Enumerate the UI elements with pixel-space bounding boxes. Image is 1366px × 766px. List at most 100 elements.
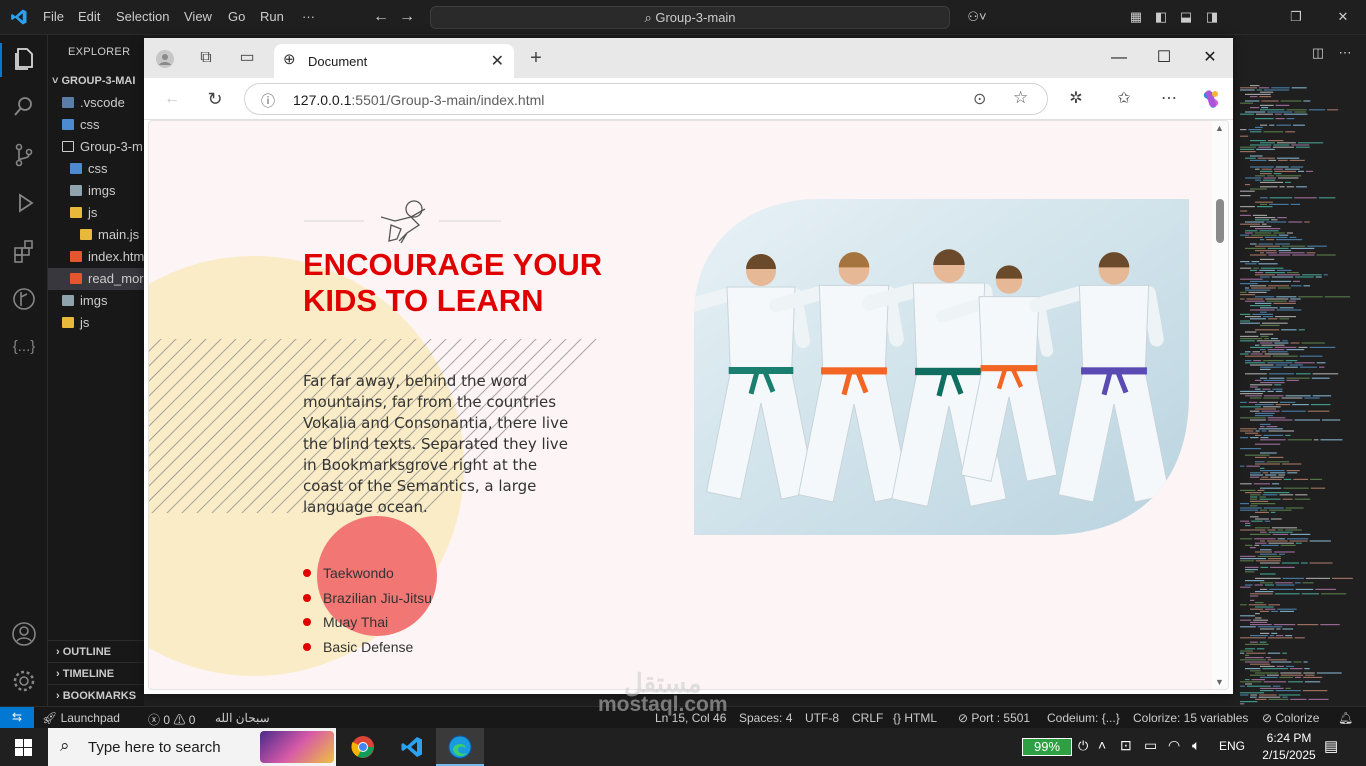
page-scrollbar[interactable]: ▲ ▼ [1212, 121, 1228, 689]
extensions-puzzle-icon[interactable]: ✲ [1066, 89, 1086, 109]
problems-item[interactable]: ⓧ 0 ⚠ 0 [148, 711, 195, 728]
volume-icon[interactable]: 🔈︎ [1192, 737, 1200, 754]
tree-label: index.htm [88, 249, 144, 264]
js-file-icon [80, 229, 92, 240]
taskbar-vscode[interactable] [388, 728, 436, 766]
window-close-icon[interactable]: ✕ [1335, 9, 1351, 25]
back-arrow-icon[interactable]: ← [373, 9, 389, 25]
indentation[interactable]: Spaces: 4 [739, 711, 792, 725]
git-graph-icon[interactable] [10, 285, 38, 313]
copilot-icon[interactable] [1200, 88, 1222, 110]
minimize-icon[interactable]: — [1109, 48, 1129, 68]
layout-customize-icon[interactable]: ▦ [1128, 9, 1144, 25]
extensions-icon[interactable] [10, 237, 38, 265]
windows-start-icon[interactable] [15, 739, 32, 756]
menu-selection[interactable]: Selection [116, 9, 169, 24]
profile-avatar-icon[interactable] [156, 50, 174, 68]
settings-gear-icon[interactable] [10, 667, 38, 695]
line-ending[interactable]: CRLF [852, 711, 883, 725]
tab-close-icon[interactable]: ✕ [491, 51, 504, 71]
new-tab-icon[interactable]: + [526, 48, 546, 68]
html-file-icon [70, 251, 82, 262]
taskbar-chrome[interactable] [340, 728, 388, 766]
split-editor-icon[interactable]: ◫ [1310, 45, 1326, 61]
tree-item-imgs[interactable]: imgs [70, 180, 115, 202]
favorites-icon[interactable]: ✩ [1114, 89, 1134, 109]
run-debug-icon[interactable] [10, 189, 38, 217]
favorite-star-icon[interactable]: ☆ [1013, 88, 1028, 108]
action-center-icon[interactable]: ▤ [1324, 737, 1338, 755]
encoding[interactable]: UTF-8 [805, 711, 839, 725]
menu-edit[interactable]: Edit [78, 9, 100, 24]
tree-item-js-root[interactable]: js [62, 312, 89, 334]
refresh-icon[interactable]: ↻ [205, 89, 225, 109]
colorize-toggle[interactable]: ⊘ Colorize [1262, 711, 1319, 725]
source-control-icon[interactable] [10, 141, 38, 169]
toggle-secondary-sidebar-icon[interactable]: ◨ [1204, 9, 1220, 25]
more-actions-icon[interactable]: ⋯ [1337, 45, 1353, 61]
close-window-icon[interactable]: ✕ [1200, 48, 1220, 68]
back-arrow-icon[interactable]: ← [162, 89, 182, 109]
toggle-panel-icon[interactable]: ⬓ [1178, 9, 1194, 25]
tree-label: main.js [98, 227, 140, 242]
live-server-port[interactable]: ⊘ Port : 5501 [958, 711, 1030, 725]
remote-indicator-icon[interactable]: ⇆ [0, 707, 34, 729]
search-icon[interactable] [10, 93, 38, 121]
section-bookmarks[interactable]: › BOOKMARKS [48, 684, 144, 706]
tree-item-mainjs[interactable]: main.js [80, 224, 139, 246]
menu-view[interactable]: View [184, 9, 212, 24]
site-info-icon[interactable]: ⓘ [261, 91, 275, 111]
tree-item-imgs-root[interactable]: imgs [62, 290, 107, 312]
colorize-variables[interactable]: Colorize: 15 variables [1133, 711, 1248, 725]
window-restore-icon[interactable]: ❐ [1288, 9, 1304, 25]
taskbar-edge[interactable] [436, 728, 484, 766]
battery-icon[interactable]: ▭ [1144, 737, 1157, 754]
explorer-icon[interactable] [10, 45, 38, 73]
menu-file[interactable]: File [43, 9, 64, 24]
scroll-thumb[interactable] [1216, 199, 1224, 243]
maximize-icon[interactable]: ☐ [1154, 48, 1174, 68]
toggle-sidebar-icon[interactable]: ◧ [1153, 9, 1169, 25]
wifi-icon[interactable]: ◠ [1168, 737, 1180, 754]
battery-indicator[interactable]: 99% [1022, 738, 1072, 756]
copilot-icon[interactable]: ⚇˅ [962, 9, 992, 25]
menu-go[interactable]: Go [228, 9, 245, 24]
launchpad-item[interactable]: 🚀︎ Launchpad [42, 711, 120, 725]
address-bar[interactable]: ⓘ 127.0.0.1:5501/Group-3-main/index.html… [244, 83, 1048, 115]
notifications-bell-icon[interactable]: 🔔︎ [1338, 711, 1353, 725]
tree-item-vscode[interactable]: .vscode [62, 92, 125, 114]
tree-item-js[interactable]: js [70, 202, 97, 224]
tree-root[interactable]: ˅ GROUP-3-MAI [52, 70, 135, 92]
taskbar-search[interactable]: ⌕ Type here to search [48, 728, 336, 766]
section-outline[interactable]: › OUTLINE [48, 640, 144, 662]
clock-date[interactable]: 2/15/2025 [1255, 748, 1323, 762]
tab-actions-icon[interactable]: ▭ [237, 48, 257, 68]
workspaces-icon[interactable]: ⧉ [196, 48, 216, 68]
account-icon[interactable] [10, 620, 38, 648]
notification-tray-icon[interactable]: ⊡ [1120, 737, 1132, 754]
clock-time[interactable]: 6:24 PM [1261, 731, 1317, 745]
tree-item-group[interactable]: Group-3-m [62, 136, 143, 158]
minimap[interactable] [1240, 85, 1362, 705]
command-center[interactable]: ⌕ Group-3-main [430, 6, 950, 29]
chevron-up-icon[interactable]: ˄ [1098, 737, 1106, 753]
input-language[interactable]: ENG [1219, 739, 1245, 753]
section-timeline[interactable]: › TIMELINE [48, 662, 144, 684]
language-mode[interactable]: {} HTML [893, 711, 937, 725]
scroll-up-icon[interactable]: ▲ [1215, 123, 1224, 133]
browser-tab[interactable]: ⊕ Document ✕ [274, 44, 514, 78]
reader-options-icon[interactable]: ⊙ [973, 89, 986, 109]
menu-more[interactable]: ··· [302, 9, 315, 24]
scroll-down-icon[interactable]: ▼ [1215, 677, 1224, 687]
tree-item-readmore[interactable]: read_mor [48, 268, 144, 290]
tree-item-index[interactable]: index.htm [70, 246, 144, 268]
forward-arrow-icon[interactable]: → [399, 9, 415, 25]
json-icon[interactable]: {...} [10, 333, 38, 361]
menu-run[interactable]: Run [260, 9, 284, 24]
arabic-status[interactable]: سبحان الله [215, 711, 270, 725]
tree-item-css-sub[interactable]: css [70, 158, 108, 180]
tree-item-css[interactable]: css [62, 114, 100, 136]
codeium-status[interactable]: Codeium: {...} [1047, 711, 1120, 725]
page-viewport[interactable]: ENCOURAGE YOUR KIDS TO LEARN Far far awa… [148, 120, 1229, 690]
settings-more-icon[interactable]: ⋯ [1159, 89, 1179, 109]
